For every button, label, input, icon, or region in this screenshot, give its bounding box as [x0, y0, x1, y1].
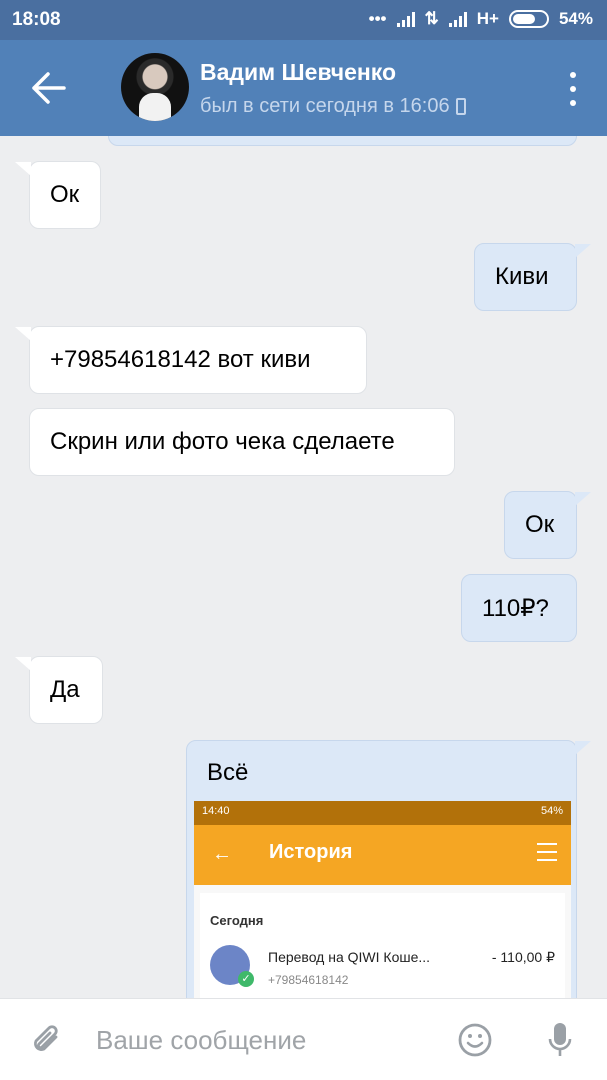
message-text: Всё	[207, 759, 249, 786]
avatar[interactable]	[121, 53, 189, 121]
message-bubble-image[interactable]: Всё 14:40 54% ← История Сегодня Перевод …	[186, 740, 591, 998]
battery-icon	[508, 10, 549, 28]
message-input-bar: Ваше сообщение	[0, 998, 607, 1080]
screenshot-back-icon: ←	[212, 843, 232, 865]
chat-header: Вадим Шевченко был в сети сегодня в 16:0…	[0, 40, 607, 136]
network-type: H+	[476, 9, 499, 28]
presence-status: был в сети сегодня в 16:06	[200, 95, 466, 118]
screenshot-app-bar: ← История	[194, 825, 571, 885]
message-text: Да	[50, 676, 80, 703]
message-text: Киви	[495, 263, 549, 290]
battery-percent: 54%	[558, 9, 593, 28]
more-menu-icon[interactable]	[569, 72, 577, 106]
screenshot-section: Сегодня	[210, 913, 264, 928]
screenshot-history-card: Сегодня Перевод на QIWI Коше... - 110,00…	[200, 893, 565, 998]
signal-icon-2	[448, 11, 467, 27]
attached-screenshot[interactable]: 14:40 54% ← История Сегодня Перевод на Q…	[194, 801, 571, 998]
transaction-phone: +79854618142	[268, 973, 349, 987]
emoji-icon[interactable]	[458, 1023, 492, 1057]
message-text: 110₽?	[482, 594, 549, 622]
transaction-description: Перевод на QIWI Коше...	[268, 949, 431, 965]
back-arrow-icon[interactable]	[28, 70, 68, 106]
message-list[interactable]: Ок Киви +79854618142 вот киви Скрин или …	[0, 136, 607, 998]
status-right: ••• ⇅ H+ 54%	[369, 9, 593, 29]
screenshot-time: 14:40	[202, 805, 230, 817]
message-bubble-in[interactable]: Ок	[15, 161, 101, 229]
message-bubble-out[interactable]: 110₽?	[461, 574, 577, 642]
status-bar: 18:08 ••• ⇅ H+ 54%	[0, 0, 607, 40]
message-text: Скрин или фото чека сделаете	[50, 428, 395, 455]
message-text: Ок	[525, 511, 555, 538]
microphone-icon[interactable]	[547, 1021, 573, 1059]
transfer-icon	[210, 945, 254, 987]
message-bubble-in[interactable]: Да	[15, 656, 103, 724]
transaction-amount: - 110,00 ₽	[491, 949, 555, 965]
screenshot-battery: 54%	[540, 805, 563, 817]
message-bubble-out[interactable]: Ок	[504, 491, 591, 559]
message-bubble-partial	[108, 136, 577, 146]
message-input[interactable]: Ваше сообщение	[96, 1025, 306, 1056]
dots-icon: •••	[368, 9, 387, 28]
screenshot-title: История	[269, 841, 353, 863]
signal-icon	[396, 11, 415, 27]
message-bubble-in[interactable]: Скрин или фото чека сделаете	[29, 408, 455, 476]
mobile-icon	[455, 98, 466, 115]
message-text: +79854618142 вот киви	[50, 346, 311, 373]
message-bubble-in[interactable]: +79854618142 вот киви	[15, 326, 367, 394]
screenshot-filter-icon	[537, 843, 557, 861]
data-transfer-icon: ⇅	[424, 9, 439, 28]
contact-name[interactable]: Вадим Шевченко	[200, 59, 396, 86]
paperclip-icon[interactable]	[30, 1023, 64, 1057]
screenshot-status-bar: 14:40 54%	[194, 801, 571, 825]
message-text: Ок	[50, 181, 80, 208]
status-time: 18:08	[12, 9, 61, 30]
presence-text: был в сети сегодня в 16:06	[200, 95, 450, 117]
message-bubble-out[interactable]: Киви	[474, 243, 591, 311]
